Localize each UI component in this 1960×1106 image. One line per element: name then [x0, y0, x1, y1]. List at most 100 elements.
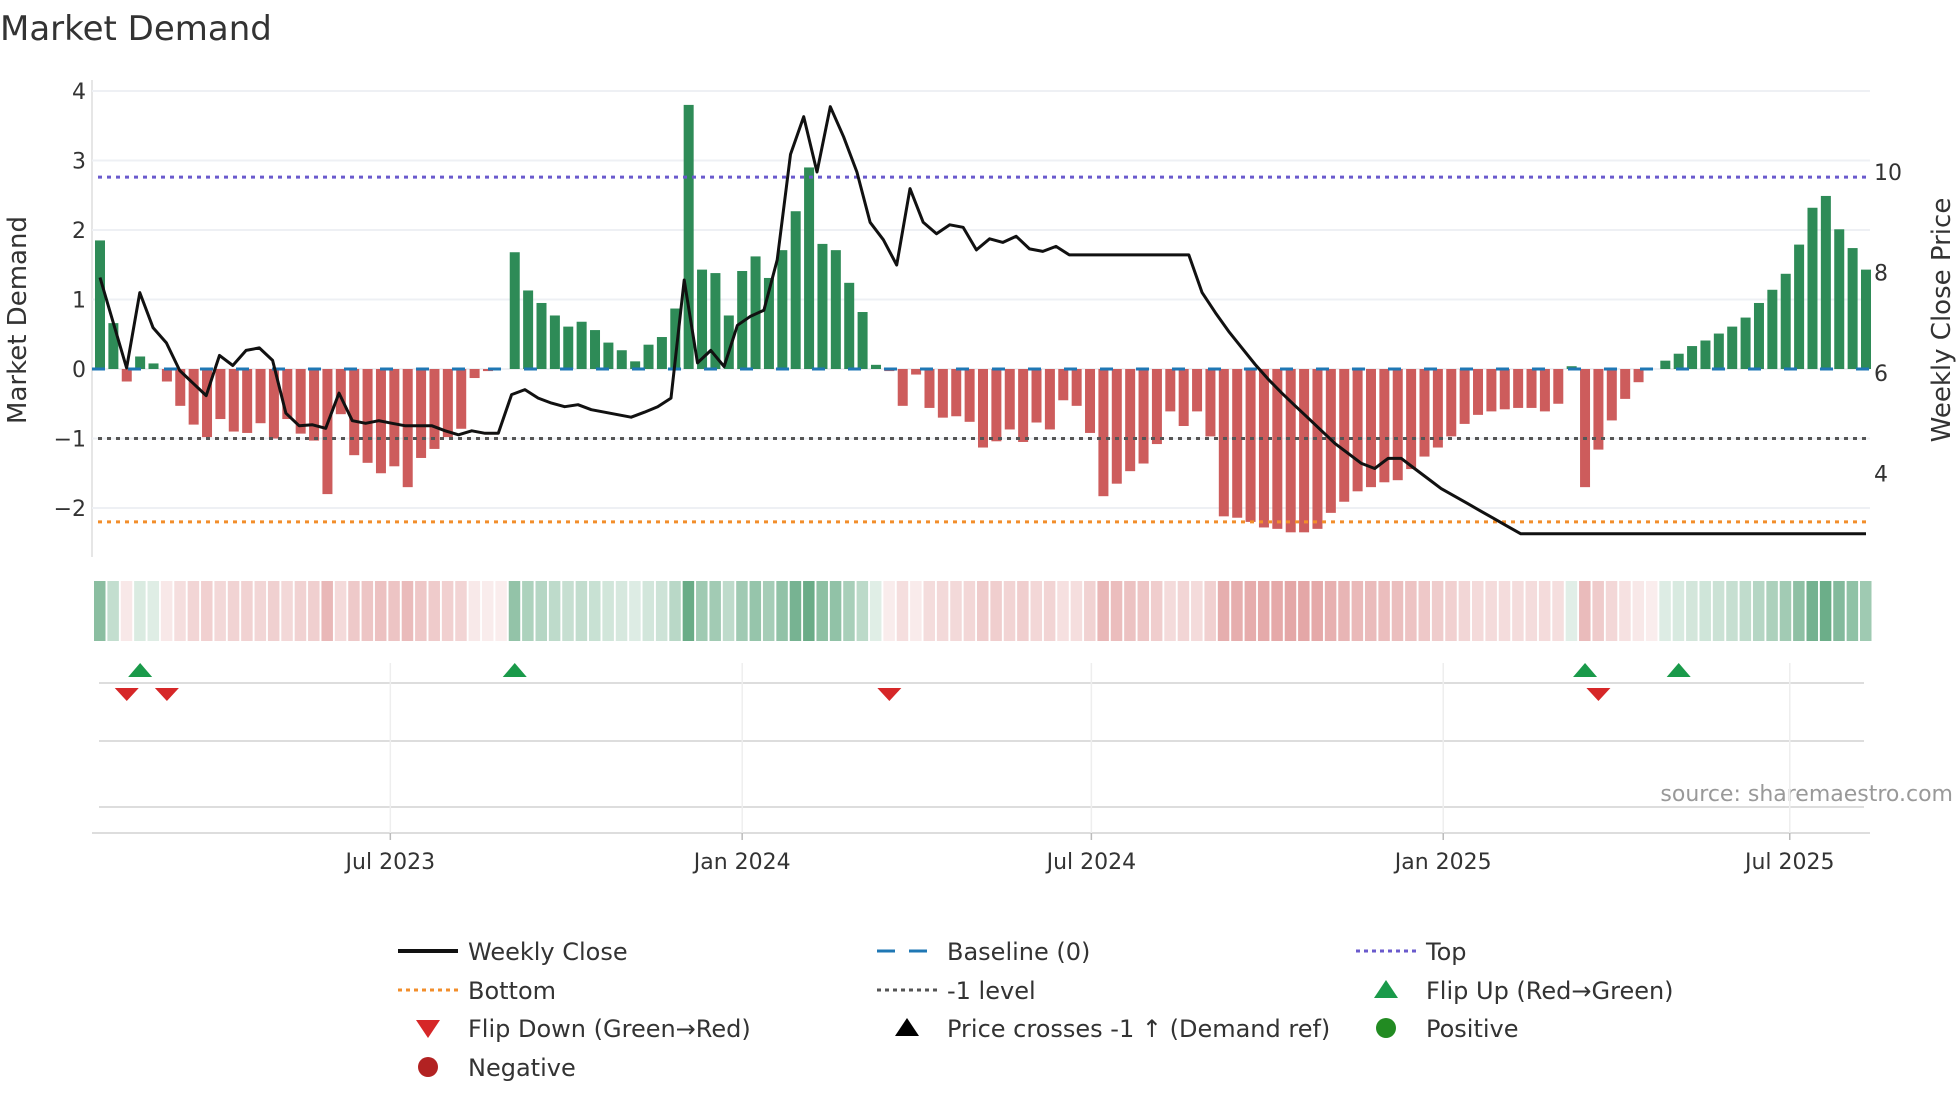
demand-heat-cell: [548, 581, 561, 641]
demand-heat-cell: [1592, 581, 1604, 641]
legend-flip-down-green-red-icon: [416, 1020, 440, 1038]
demand-bar: [1660, 360, 1671, 369]
demand-heat-cell: [1498, 581, 1511, 641]
demand-bar: [603, 342, 614, 369]
demand-heat-cell: [1552, 581, 1564, 641]
demand-bar: [1539, 369, 1550, 412]
demand-heat-cell: [1579, 581, 1591, 641]
x-tick-label: Jan 2024: [692, 850, 791, 875]
demand-heat-cell: [1833, 581, 1845, 641]
demand-heat-cell: [428, 581, 440, 641]
demand-bar: [469, 369, 480, 379]
demand-heat-cell: [401, 581, 414, 641]
y-tick-label: −1: [54, 428, 86, 453]
demand-bar: [1861, 269, 1871, 369]
demand-heat-cell: [1378, 581, 1390, 641]
legend-flip-down-green-red-label: Flip Down (Green→Red): [468, 1015, 751, 1043]
flip-down-marker: [154, 688, 179, 701]
demand-bar: [1753, 302, 1764, 369]
demand-heat-cell: [829, 581, 842, 641]
y-tick-label: 0: [72, 358, 86, 383]
demand-heat-cell: [1124, 581, 1136, 641]
demand-heat-cell: [1391, 581, 1404, 641]
demand-heat-cell: [736, 581, 748, 641]
demand-heat-cell: [1752, 581, 1765, 641]
demand-heat-cell: [321, 581, 333, 641]
demand-heat-cell: [107, 581, 119, 641]
demand-heat-cell: [415, 581, 427, 641]
demand-heat-cell: [977, 581, 989, 641]
demand-heat-cell: [869, 581, 882, 641]
demand-heat-cell: [1860, 581, 1872, 641]
demand-heat-cell: [281, 581, 293, 641]
demand-heat-cell: [1659, 581, 1671, 641]
demand-heat-cell: [843, 581, 855, 641]
demand-bar: [1285, 369, 1296, 533]
demand-heat-cell: [896, 581, 909, 641]
y2-tick-label: 8: [1874, 262, 1888, 287]
demand-heat-cell: [508, 581, 521, 641]
demand-heat-cell: [696, 581, 708, 641]
demand-bar: [1606, 369, 1617, 421]
demand-bar: [1713, 333, 1724, 369]
demand-bar: [349, 369, 360, 456]
demand-heat-cell: [1472, 581, 1484, 641]
demand-heat-cell: [936, 581, 949, 641]
demand-heat-cell: [1726, 581, 1738, 641]
demand-bar: [1406, 369, 1417, 470]
demand-bar: [1085, 369, 1096, 433]
demand-bar: [643, 344, 654, 369]
demand-heat-cell: [1150, 581, 1163, 641]
demand-bar: [1339, 369, 1350, 502]
demand-heat-cell: [481, 581, 494, 641]
demand-bar: [1058, 369, 1069, 401]
demand-heat-cell: [1231, 581, 1243, 641]
demand-heat-cell: [1739, 581, 1752, 641]
demand-heat-cell: [1632, 581, 1645, 641]
demand-bar: [1151, 369, 1162, 445]
demand-heat-cell: [1057, 581, 1069, 641]
demand-bar: [135, 356, 146, 369]
y2-tick-label: 4: [1874, 463, 1888, 488]
demand-bar: [1392, 369, 1403, 481]
demand-bar: [951, 369, 962, 417]
demand-heat-cell: [789, 581, 802, 641]
demand-heat-cell: [1271, 581, 1283, 641]
y2-tick-label: 6: [1874, 362, 1888, 387]
demand-heat-cell: [308, 581, 320, 641]
chart-title: Market Demand: [0, 9, 272, 49]
demand-heat-cell: [1779, 581, 1792, 641]
demand-bar: [817, 243, 828, 369]
source-text: source: sharemaestro.com: [1660, 782, 1953, 807]
legend-price-crosses-1-demand-ref-label: Price crosses -1 ↑ (Demand ref): [947, 1015, 1330, 1043]
demand-bar: [590, 330, 601, 369]
demand-bar: [549, 315, 560, 369]
demand-heat-cell: [241, 581, 253, 641]
demand-heat-cell: [749, 581, 762, 641]
demand-heat-cell: [950, 581, 962, 641]
demand-heat-cell: [94, 581, 106, 641]
demand-bar: [1633, 369, 1644, 383]
demand-heat-cell: [1164, 581, 1176, 641]
demand-heat-cell: [602, 581, 614, 641]
demand-bar: [1218, 369, 1229, 517]
demand-heat-cell: [214, 581, 226, 641]
demand-bar: [242, 369, 253, 433]
demand-bar: [456, 369, 467, 429]
demand-bar: [1673, 353, 1684, 369]
demand-bar: [188, 369, 199, 425]
demand-heat-cell: [1284, 581, 1297, 641]
demand-bar: [844, 282, 855, 369]
demand-heat-cell: [990, 581, 1002, 641]
flip-up-marker: [502, 663, 527, 677]
flip-up-marker: [1666, 663, 1691, 677]
demand-bar: [1178, 369, 1189, 426]
demand-heat-cell: [1110, 581, 1123, 641]
demand-bar: [523, 290, 534, 369]
y-tick-label: 3: [72, 150, 86, 175]
y-tick-label: 2: [72, 219, 86, 244]
y2-tick-label: 10: [1874, 161, 1902, 186]
demand-heat-cell: [615, 581, 628, 641]
demand-bar: [1834, 229, 1845, 369]
demand-heat-cell: [709, 581, 721, 641]
